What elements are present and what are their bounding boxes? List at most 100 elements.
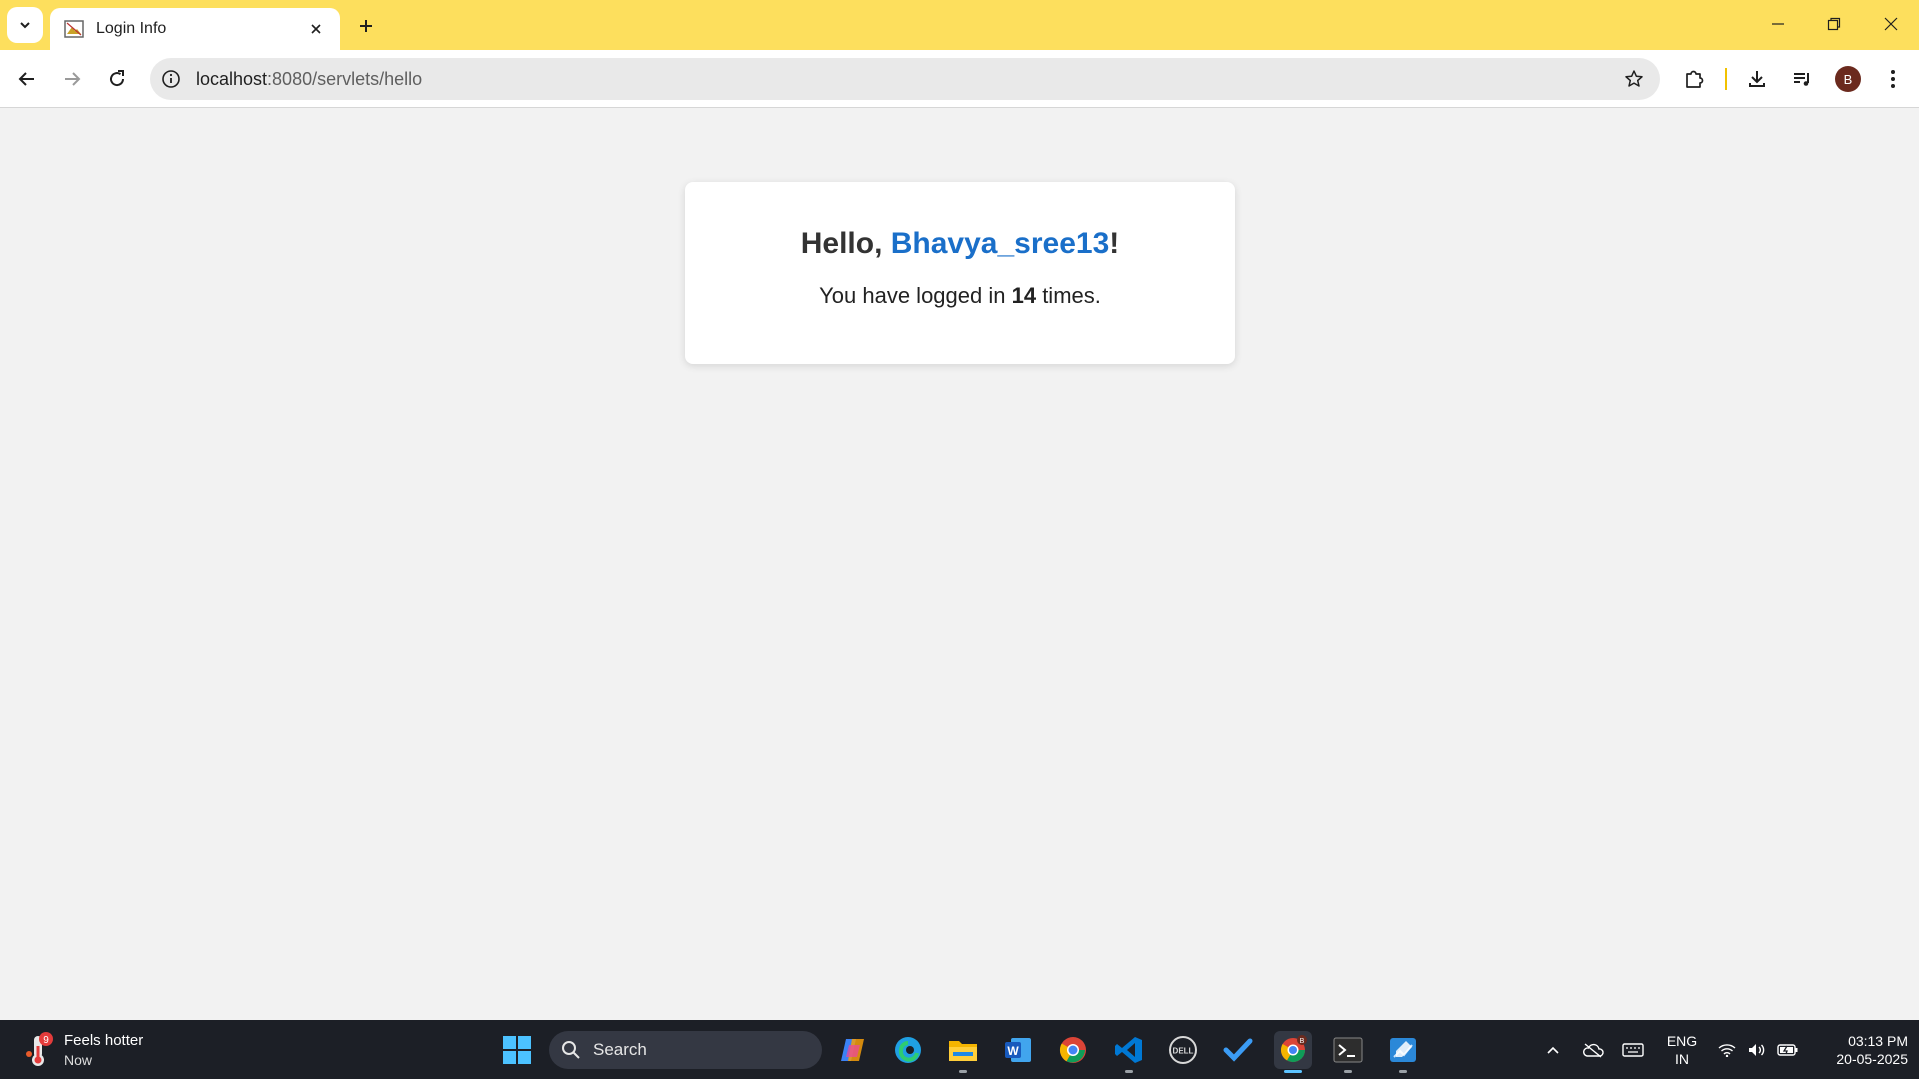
forward-button[interactable]: [55, 62, 89, 96]
page-favicon-icon: [64, 20, 84, 38]
todo-icon: [1223, 1038, 1253, 1062]
cloud-offline-icon: [1583, 1043, 1604, 1058]
address-bar[interactable]: localhost:8080/servlets/hello: [150, 58, 1660, 100]
url-host: localhost: [196, 69, 268, 89]
lang-line1: ENG: [1666, 1033, 1698, 1049]
copilot-icon: [841, 1039, 864, 1061]
greeting-heading: Hello, Bhavya_sree13!: [685, 227, 1235, 261]
plus-icon: [360, 20, 372, 32]
file-explorer-app[interactable]: [944, 1031, 982, 1073]
login-info-card: Hello, Bhavya_sree13! You have logged in…: [685, 182, 1235, 364]
reload-icon: [110, 70, 125, 87]
extensions-button[interactable]: [1677, 62, 1711, 96]
bookmark-button[interactable]: [1622, 67, 1646, 91]
login-count: 14: [1011, 283, 1037, 308]
menu-button[interactable]: [1876, 62, 1910, 96]
svg-text:W: W: [1007, 1044, 1019, 1058]
greeting-prefix: Hello,: [800, 227, 891, 260]
download-icon: [1749, 71, 1765, 87]
puzzle-icon: [1686, 70, 1704, 88]
clock-time: 03:13 PM: [1848, 1033, 1908, 1049]
terminal-app[interactable]: [1329, 1031, 1367, 1073]
dell-app[interactable]: DELL: [1164, 1031, 1202, 1069]
site-info-icon[interactable]: [160, 68, 182, 90]
language-indicator[interactable]: ENG IN: [1660, 1032, 1704, 1068]
tab-search-button[interactable]: [7, 7, 43, 43]
chrome-profile-app[interactable]: B: [1274, 1031, 1312, 1073]
weather-line1: Feels hotter: [64, 1032, 144, 1049]
close-window-button[interactable]: [1863, 0, 1919, 48]
arrow-right-icon: [65, 72, 81, 86]
playlist-icon: [1794, 73, 1809, 86]
weather-line2: Now: [64, 1052, 93, 1068]
windows-taskbar: 9 Feels hotter Now Search W DELL B ENG I…: [0, 1020, 1919, 1079]
more-vertical-icon: [1891, 70, 1895, 88]
login-count-text: You have logged in 14 times.: [685, 283, 1235, 309]
url-text[interactable]: localhost:8080/servlets/hello: [196, 69, 422, 90]
restore-button[interactable]: [1806, 0, 1862, 48]
terminal-icon: [1333, 1037, 1363, 1063]
dell-icon: DELL: [1169, 1036, 1197, 1064]
tab-title: Login Info: [96, 20, 167, 37]
browser-toolbar: localhost:8080/servlets/hello B: [0, 50, 1919, 108]
lang-line2: IN: [1675, 1051, 1689, 1067]
keyboard-icon: [1622, 1043, 1644, 1057]
paint-app[interactable]: [1384, 1031, 1422, 1073]
minimize-button[interactable]: [1750, 0, 1806, 48]
minimize-icon: [1772, 23, 1784, 25]
weather-widget[interactable]: 9 Feels hotter Now: [22, 1030, 162, 1070]
chrome-profile-icon: B: [1280, 1035, 1307, 1063]
onedrive-status[interactable]: [1578, 1031, 1608, 1069]
clock-date: 20-05-2025: [1836, 1051, 1908, 1067]
start-button[interactable]: [498, 1031, 536, 1069]
taskbar-search[interactable]: Search: [549, 1031, 822, 1069]
copilot-app[interactable]: [834, 1031, 872, 1069]
tab-close-button[interactable]: [306, 19, 326, 39]
word-icon: W: [1005, 1038, 1031, 1062]
paint-icon: [1390, 1038, 1416, 1062]
close-icon: [311, 24, 321, 34]
new-tab-button[interactable]: [353, 13, 379, 39]
url-path: :8080/servlets/hello: [267, 69, 423, 89]
toolbar-separator: [1725, 68, 1727, 90]
svg-text:B: B: [1300, 1038, 1305, 1045]
back-button[interactable]: [10, 62, 44, 96]
chevron-up-icon: [1547, 1046, 1559, 1054]
login-count-suffix: times.: [1036, 283, 1101, 308]
wifi-status[interactable]: [1714, 1031, 1740, 1069]
word-app[interactable]: W: [999, 1031, 1037, 1069]
profile-avatar[interactable]: B: [1835, 66, 1861, 92]
weather-badge: 9: [43, 1035, 49, 1046]
system-clock[interactable]: 03:13 PM 20-05-2025: [1808, 1032, 1908, 1068]
star-icon: [1625, 70, 1643, 87]
speaker-icon: [1749, 1044, 1765, 1056]
greeting-suffix: !: [1109, 227, 1120, 260]
touch-keyboard-button[interactable]: [1618, 1031, 1648, 1069]
tab-login-info[interactable]: Login Info: [50, 8, 340, 50]
svg-text:DELL: DELL: [1173, 1047, 1194, 1056]
chrome-icon: [1059, 1037, 1086, 1063]
windows-logo-icon: [503, 1036, 531, 1064]
chrome-app[interactable]: [1054, 1031, 1092, 1069]
reload-button[interactable]: [100, 62, 134, 96]
close-icon: [1884, 17, 1898, 31]
login-count-prefix: You have logged in: [819, 283, 1012, 308]
battery-charging-icon: [1777, 1044, 1798, 1056]
volume-status[interactable]: [1744, 1031, 1770, 1069]
folder-icon: [949, 1041, 977, 1061]
vscode-icon: [1115, 1037, 1142, 1063]
todo-app[interactable]: [1219, 1031, 1257, 1069]
edge-icon: [895, 1037, 921, 1063]
downloads-button[interactable]: [1740, 62, 1774, 96]
chevron-down-icon: [20, 22, 30, 29]
battery-status[interactable]: [1774, 1031, 1802, 1069]
tab-strip: Login Info: [0, 0, 1919, 50]
vscode-app[interactable]: [1110, 1031, 1148, 1073]
arrow-left-icon: [18, 72, 34, 86]
search-icon: [562, 1041, 580, 1059]
show-hidden-icons-button[interactable]: [1540, 1031, 1566, 1069]
restore-icon: [1827, 17, 1841, 31]
media-control-button[interactable]: [1785, 62, 1819, 96]
username: Bhavya_sree13: [890, 227, 1110, 260]
edge-app[interactable]: [889, 1031, 927, 1069]
